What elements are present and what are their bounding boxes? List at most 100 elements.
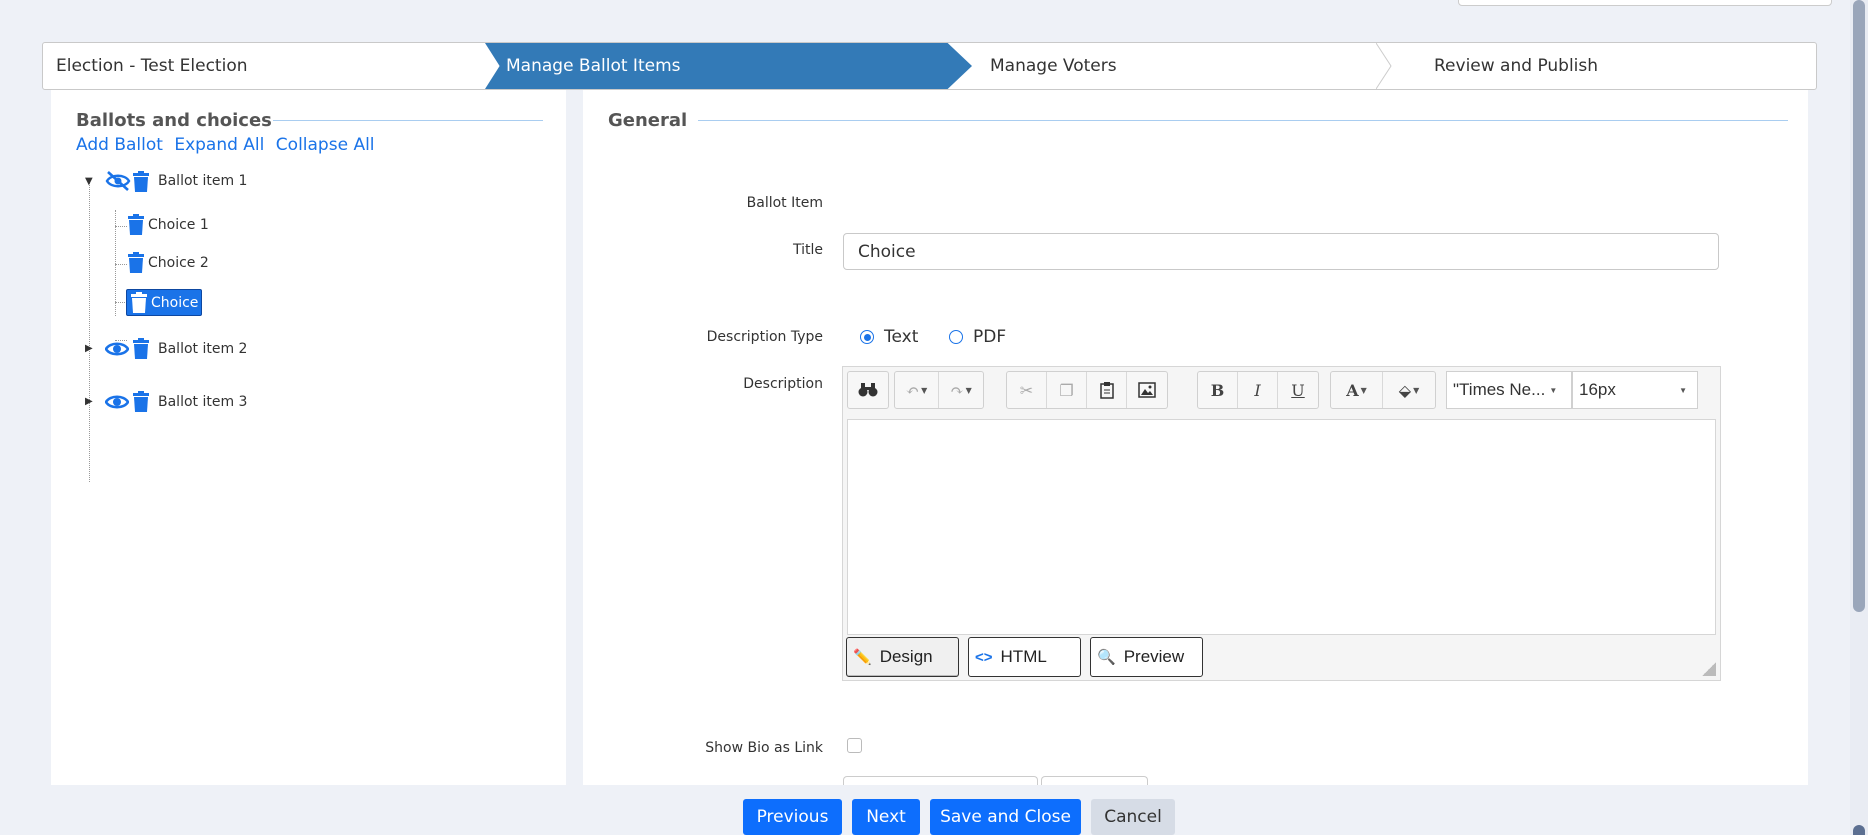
ballots-panel: Ballots and choices Add Ballot Expand Al… [51, 90, 566, 785]
html-mode-button[interactable]: <> HTML [968, 637, 1081, 677]
cut-icon[interactable]: ✂ [1007, 372, 1047, 408]
radio-text[interactable]: Text [860, 327, 918, 347]
tree-node-choice-2[interactable]: Choice 2 [127, 252, 209, 273]
mode-label: HTML [1000, 647, 1047, 666]
ballots-panel-title: Ballots and choices [76, 110, 272, 131]
top-search-input[interactable] [1458, 0, 1832, 6]
toolbar-group-find [847, 371, 889, 409]
expand-toggle-icon[interactable]: ▶ [85, 396, 97, 407]
binoculars-icon[interactable] [848, 372, 888, 408]
wizard-step-label: Election - Test Election [56, 56, 248, 76]
description-edit-area[interactable] [847, 419, 1716, 635]
pencil-icon: ✏️ [853, 649, 872, 666]
add-ballot-link[interactable]: Add Ballot [76, 135, 163, 155]
radio-pdf[interactable]: PDF [949, 327, 1006, 347]
collapse-toggle-icon[interactable]: ▼ [85, 176, 97, 187]
tree-node-label: Choice 2 [148, 254, 209, 271]
wizard-step-label: Review and Publish [1434, 56, 1599, 76]
font-name-select[interactable]: "Times Ne... ▼ [1446, 371, 1572, 409]
title-input[interactable] [843, 233, 1719, 270]
font-size-value: 16px [1579, 380, 1616, 399]
tree-node-choice-1[interactable]: Choice 1 [127, 214, 209, 235]
expand-toggle-icon[interactable]: ▶ [85, 343, 97, 354]
trash-icon[interactable] [130, 292, 148, 313]
code-icon: <> [975, 648, 993, 666]
magnifier-icon: 🔍 [1097, 649, 1116, 666]
trash-icon[interactable] [127, 214, 145, 235]
page-scrollbar[interactable] [1850, 0, 1868, 835]
eye-icon[interactable] [105, 392, 129, 412]
tree-node-ballot-3[interactable]: ▶ Ballot item 3 [85, 391, 247, 412]
mode-label: Design [879, 647, 933, 666]
tree-connector [89, 182, 90, 482]
italic-icon[interactable]: I [1238, 372, 1278, 408]
radio-dot[interactable] [949, 330, 963, 344]
trash-icon[interactable] [132, 170, 150, 192]
copy-icon[interactable]: ❐ [1047, 372, 1087, 408]
image-icon[interactable] [1127, 372, 1167, 408]
bold-icon[interactable]: B [1198, 372, 1238, 408]
tree-connector [115, 226, 127, 227]
wizard-step-voters[interactable]: Manage Voters [930, 43, 1374, 89]
tree-actions: Add Ballot Expand All Collapse All [76, 135, 381, 155]
expand-all-link[interactable]: Expand All [174, 135, 264, 155]
mode-label: Preview [1123, 647, 1185, 666]
underline-icon[interactable]: U [1278, 372, 1318, 408]
wizard-step-label: Manage Voters [990, 56, 1117, 76]
scroll-down-icon[interactable] [1853, 825, 1865, 835]
general-panel: General Ballot Item Title Description Ty… [583, 90, 1808, 796]
toolbar-group-history: ↶ ▼ ↷ ▼ [894, 371, 984, 409]
paste-icon[interactable] [1087, 372, 1127, 408]
font-name-value: "Times Ne... [1453, 380, 1546, 399]
eye-slash-icon[interactable] [105, 170, 131, 192]
next-button[interactable]: Next [852, 799, 920, 835]
tree-node-label: Choice [151, 294, 199, 311]
tree-connector [115, 264, 127, 265]
font-size-select[interactable]: 16px ▼ [1572, 371, 1698, 409]
radio-label: PDF [973, 327, 1007, 347]
description-label: Description [743, 376, 823, 392]
redo-icon[interactable]: ↷ ▼ [939, 372, 983, 408]
cancel-button[interactable]: Cancel [1091, 799, 1175, 835]
eye-icon[interactable] [105, 339, 129, 359]
trash-icon[interactable] [132, 338, 150, 359]
resize-handle[interactable] [1702, 662, 1716, 676]
tree-node-choice-selected[interactable]: Choice [126, 289, 203, 316]
title-divider [698, 120, 1788, 121]
trash-icon[interactable] [132, 391, 150, 412]
ballot-item-label: Ballot Item [746, 195, 823, 211]
collapse-all-link[interactable]: Collapse All [276, 135, 375, 155]
undo-icon[interactable]: ↶ ▼ [895, 372, 939, 408]
wizard-step-election[interactable]: Election - Test Election [43, 43, 486, 89]
radio-label: Text [884, 327, 919, 347]
title-divider [273, 120, 543, 121]
trash-icon[interactable] [127, 252, 145, 273]
general-title: General [608, 110, 688, 131]
description-editor: ↶ ▼ ↷ ▼ ✂ ❐ B I U A ▼ ⬙ ▼ "Times Ne... ▼ 16px… [842, 366, 1721, 681]
previous-button[interactable]: Previous [743, 799, 842, 835]
footer-bar: Previous Next Save and Close Cancel [0, 785, 1850, 835]
show-bio-checkbox[interactable] [847, 738, 862, 753]
wizard-steps: Election - Test Election Manage Ballot I… [42, 42, 1817, 90]
description-type-label: Description Type [706, 329, 823, 345]
tree-node-label: Ballot item 2 [158, 340, 248, 357]
design-mode-button[interactable]: ✏️ Design [846, 637, 959, 677]
tree-node-ballot-1[interactable]: ▼ Ballot item 1 [85, 170, 247, 192]
wizard-step-review[interactable]: Review and Publish [1374, 43, 1816, 89]
radio-dot-checked[interactable] [860, 330, 874, 344]
scrollbar-thumb[interactable] [1853, 0, 1865, 612]
title-label: Title [792, 242, 823, 258]
toolbar-group-clipboard: ✂ ❐ [1006, 371, 1168, 409]
tree-node-label: Ballot item 1 [158, 173, 248, 189]
toolbar-group-color: A ▼ ⬙ ▼ [1330, 371, 1436, 409]
back-color-icon[interactable]: ⬙ ▼ [1383, 372, 1435, 408]
tree-node-label: Ballot item 3 [158, 393, 248, 410]
toolbar-group-format: B I U [1197, 371, 1319, 409]
font-color-icon[interactable]: A ▼ [1331, 372, 1383, 408]
wizard-step-label: Manage Ballot Items [506, 56, 681, 76]
tree-node-ballot-2[interactable]: ▶ Ballot item 2 [85, 338, 247, 359]
save-and-close-button[interactable]: Save and Close [930, 799, 1081, 835]
tree-node-label: Choice 1 [148, 216, 209, 233]
preview-mode-button[interactable]: 🔍 Preview [1090, 637, 1203, 677]
show-bio-label: Show Bio as Link [705, 740, 823, 756]
